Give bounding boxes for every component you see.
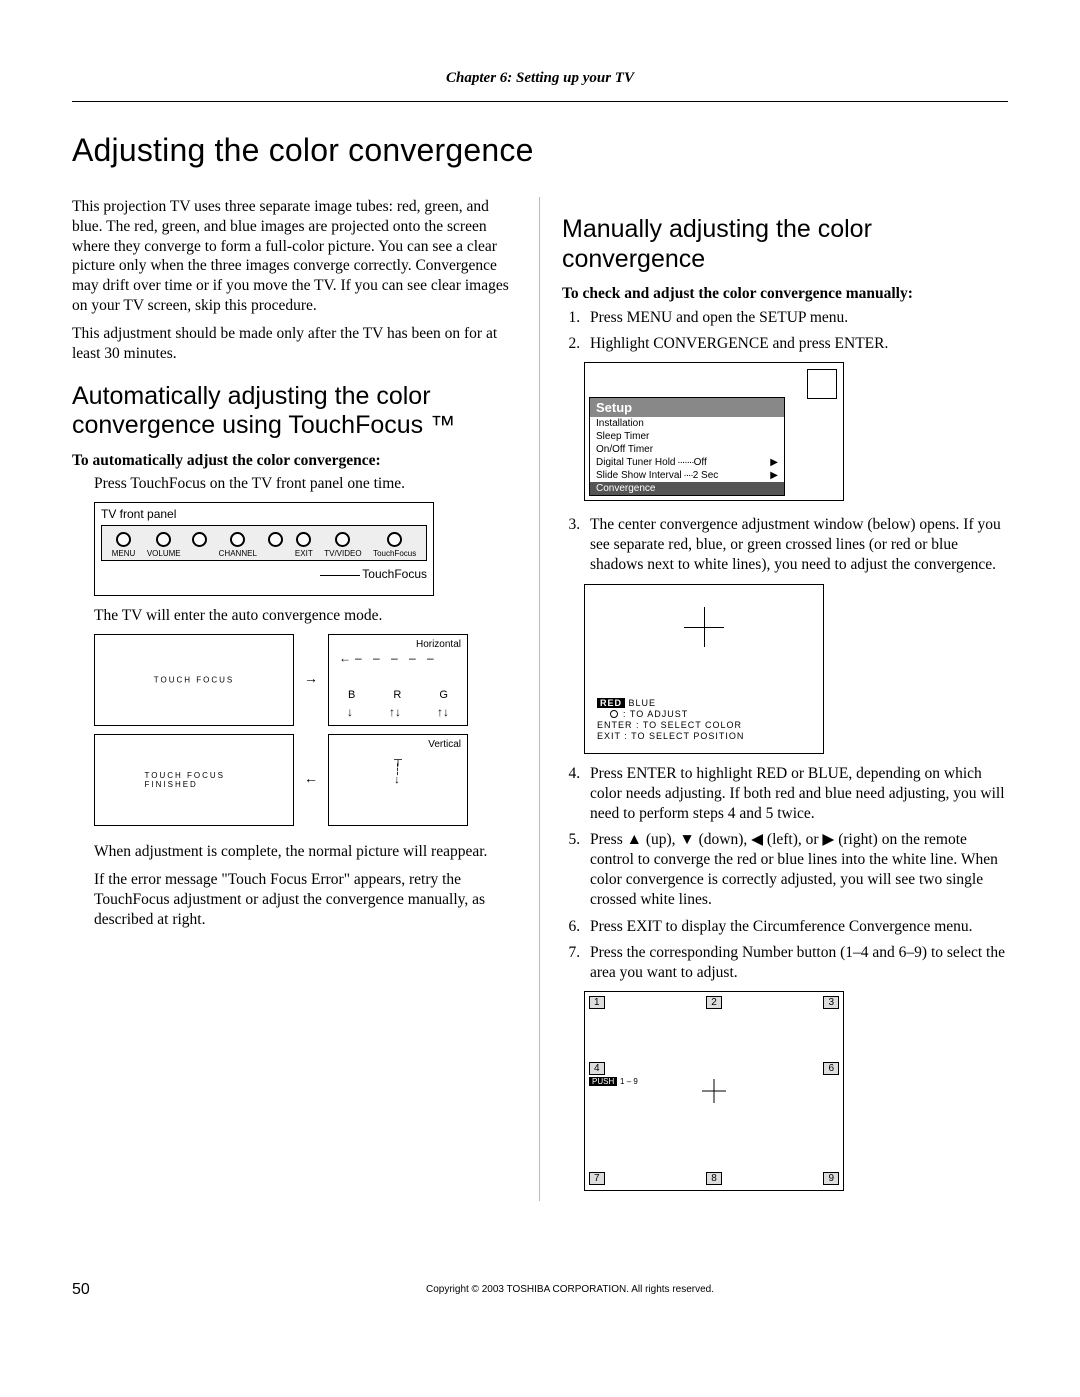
page-footer: 50 Copyright © 2003 TOSHIBA CORPORATION.… (72, 1281, 1008, 1299)
tv-panel-label: TV front panel (101, 507, 427, 521)
red-label: RED (597, 698, 625, 708)
vertical-label: Vertical (428, 739, 461, 750)
manual-page: Chapter 6: Setting up your TV Adjusting … (0, 0, 1080, 1339)
blue-label: BLUE (629, 698, 657, 708)
left-column: This projection TV uses three separate i… (72, 197, 540, 1201)
manual-steps-list-2: The center convergence adjustment window… (562, 515, 1008, 575)
chapter-header: Chapter 6: Setting up your TV (72, 70, 1008, 87)
step-4: Press ENTER to highlight RED or BLUE, de… (584, 764, 1008, 824)
complete-text: When adjustment is complete, the normal … (94, 842, 517, 862)
arrow-left-icon: ← (304, 772, 318, 788)
touch-focus-label: TOUCH FOCUS (154, 676, 235, 685)
intro-paragraph-2: This adjustment should be made only afte… (72, 324, 517, 364)
step-2: Highlight CONVERGENCE and press ENTER. (584, 334, 1008, 354)
tv-front-panel-diagram: TV front panel MENU VOLUME CHANNEL EXIT … (94, 502, 434, 596)
step-7: Press the corresponding Number button (1… (584, 943, 1008, 983)
copyright-text: Copyright © 2003 TOSHIBA CORPORATION. Al… (132, 1284, 1008, 1295)
brg-arrows: ↓↑↓↑↓ (329, 705, 467, 719)
manual-steps-list: Press MENU and open the SETUP menu. High… (562, 308, 1008, 354)
two-column-layout: This projection TV uses three separate i… (72, 197, 1008, 1201)
tvvideo-button-icon: TV/VIDEO (324, 532, 361, 558)
grid-cell-1: 1 (585, 992, 671, 1058)
touch-focus-box: TOUCH FOCUS (94, 634, 294, 726)
divider (72, 101, 1008, 102)
touch-focus-finished-label: TOUCH FOCUS FINISHED (145, 771, 244, 789)
auto-convergence-diagram: TOUCH FOCUS → Horizontal ←‒ ‒ ‒ ‒ ‒ B R … (94, 634, 474, 826)
intro-paragraph-1: This projection TV uses three separate i… (72, 197, 517, 316)
setup-menu-title: Setup (590, 398, 784, 417)
error-text: If the error message "Touch Focus Error"… (94, 870, 517, 929)
auto-adjust-step: Press TouchFocus on the TV front panel o… (94, 474, 517, 494)
setup-item-installation: Installation (590, 417, 784, 430)
channel-button-icon-2 (268, 532, 283, 558)
page-title: Adjusting the color convergence (72, 132, 1008, 169)
manual-steps-list-3: Press ENTER to highlight RED or BLUE, de… (562, 764, 1008, 983)
volume-button-icon: VOLUME (147, 532, 181, 558)
horizontal-box: Horizontal ←‒ ‒ ‒ ‒ ‒ B R G ↓↑↓↑↓ (328, 634, 468, 726)
setup-tab-icon (807, 369, 837, 399)
auto-mode-text: The TV will enter the auto convergence m… (94, 606, 517, 626)
center-cross-v-icon (714, 1079, 715, 1103)
b-label: B (348, 689, 355, 701)
tv-button-row: MENU VOLUME CHANNEL EXIT TV/VIDEO TouchF… (101, 525, 427, 561)
touchfocus-callout: TouchFocus (101, 567, 427, 581)
step-6: Press EXIT to display the Circumference … (584, 917, 1008, 937)
convergence-window-text: RED BLUE : TO ADJUST ENTER : TO SELECT C… (597, 698, 811, 743)
grid-cell-9: 9 (757, 1124, 843, 1190)
page-number: 50 (72, 1281, 132, 1299)
volume-button-icon-2 (192, 532, 207, 558)
dpad-icon (610, 710, 618, 718)
step-1: Press MENU and open the SETUP menu. (584, 308, 1008, 328)
horizontal-label: Horizontal (416, 639, 461, 650)
setup-item-digital-tuner-hold: Digital Tuner Hold ·······Off▶ (590, 456, 784, 469)
r-label: R (393, 689, 401, 701)
setup-item-convergence: Convergence (590, 482, 784, 495)
grid-cell-center (671, 1058, 757, 1124)
auto-adjust-heading: Automatically adjusting the color conver… (72, 382, 517, 441)
manual-adjust-heading: Manually adjusting the color convergence (562, 215, 1008, 274)
setup-item-onoff-timer: On/Off Timer (590, 443, 784, 456)
number-grid-diagram: 1 2 3 4 PUSH 1 – 9 6 7 8 9 (584, 991, 844, 1191)
setup-item-sleep-timer: Sleep Timer (590, 430, 784, 443)
menu-button-icon: MENU (112, 532, 136, 558)
setup-item-slide-show-interval: Slide Show Interval ····2 Sec▶ (590, 469, 784, 482)
vertical-box: Vertical ┬┆↓ (328, 734, 468, 826)
auto-adjust-subhead: To automatically adjust the color conver… (72, 451, 517, 471)
channel-button-icon: CHANNEL (219, 532, 257, 558)
grid-cell-8: 8 (671, 1124, 757, 1190)
step-3: The center convergence adjustment window… (584, 515, 1008, 575)
grid-cell-6: 6 (757, 1058, 843, 1124)
touch-focus-finished-box: TOUCH FOCUS FINISHED (94, 734, 294, 826)
exit-button-icon: EXIT (295, 532, 313, 558)
arrow-right-icon: → (304, 672, 318, 688)
vertical-cross-icon: ┬┆↓ (394, 756, 402, 786)
grid-cell-3: 3 (757, 992, 843, 1058)
grid-cell-4: 4 PUSH 1 – 9 (585, 1058, 671, 1124)
grid-cell-2: 2 (671, 992, 757, 1058)
manual-adjust-subhead: To check and adjust the color convergenc… (562, 284, 1008, 304)
convergence-window-diagram: RED BLUE : TO ADJUST ENTER : TO SELECT C… (584, 584, 824, 754)
setup-menu-diagram: Setup Installation Sleep Timer On/Off Ti… (584, 362, 844, 501)
grid-cell-7: 7 (585, 1124, 671, 1190)
right-column: Manually adjusting the color convergence… (540, 197, 1008, 1201)
g-label: G (439, 689, 448, 701)
dash-pattern: ←‒ ‒ ‒ ‒ ‒ (339, 651, 438, 665)
cross-v-icon (704, 607, 705, 647)
step-5: Press ▲ (up), ▼ (down), ◀ (left), or ▶ (… (584, 830, 1008, 911)
touchfocus-button-icon: TouchFocus (373, 532, 416, 558)
push-badge: PUSH (589, 1077, 617, 1086)
